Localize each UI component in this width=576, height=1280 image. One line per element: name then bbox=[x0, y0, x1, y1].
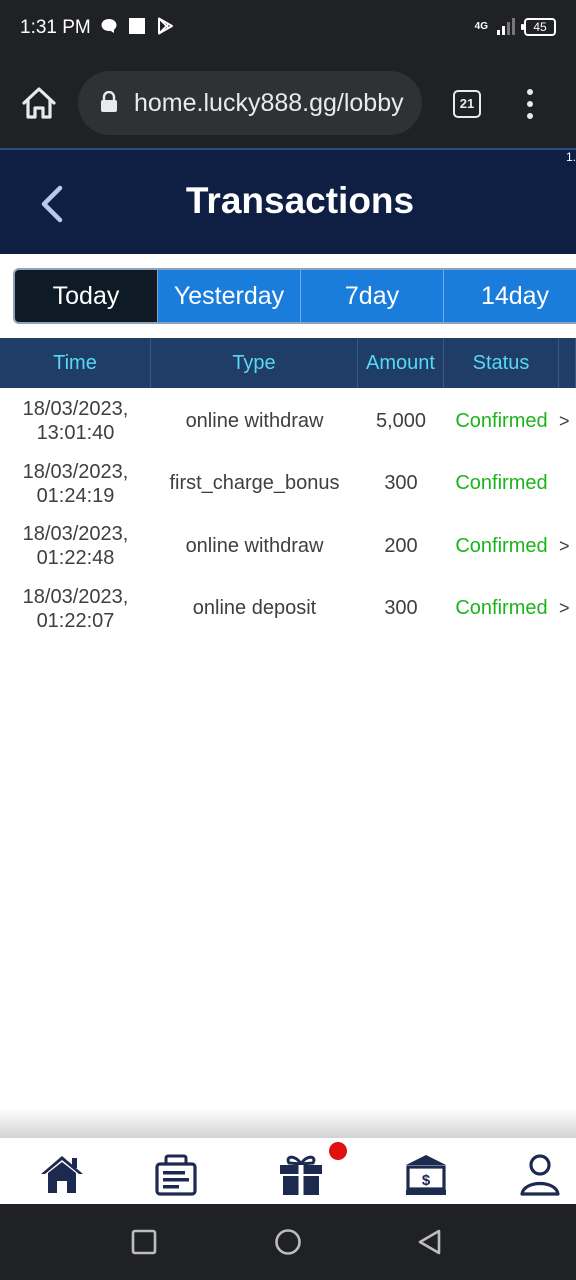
tab-switcher-button[interactable]: 21 bbox=[453, 90, 481, 118]
network-type: 4G bbox=[474, 21, 488, 32]
signal-icon bbox=[497, 18, 515, 35]
column-header-type: Type bbox=[151, 338, 358, 388]
table-row[interactable]: 18/03/2023, 01:22:07 online deposit 300 … bbox=[0, 578, 576, 641]
tab-today[interactable]: Today bbox=[15, 270, 158, 322]
recent-apps-icon[interactable] bbox=[130, 1228, 158, 1256]
row-amount: 300 bbox=[384, 472, 418, 495]
row-date: 18/03/2023, bbox=[22, 398, 129, 421]
row-amount: 300 bbox=[384, 597, 418, 620]
row-amount: 200 bbox=[384, 534, 418, 557]
tab-14day[interactable]: 14day bbox=[444, 270, 576, 322]
news-board-icon[interactable] bbox=[152, 1152, 200, 1196]
system-nav-bar bbox=[0, 1204, 576, 1280]
row-time: 01:24:19 bbox=[36, 484, 115, 507]
row-datetime: 18/03/2023, 01:22:48 bbox=[0, 522, 151, 570]
table-row[interactable]: 18/03/2023, 01:22:48 online withdraw 200… bbox=[0, 515, 576, 578]
bank-icon[interactable]: $ bbox=[402, 1152, 450, 1196]
square-app-icon bbox=[129, 18, 145, 34]
column-header-amount: Amount bbox=[358, 338, 444, 388]
lock-icon bbox=[101, 91, 117, 112]
row-status: Confirmed bbox=[455, 534, 548, 557]
battery-indicator: 45 bbox=[521, 18, 556, 36]
row-detail-arrow[interactable]: > bbox=[559, 536, 576, 557]
browser-home-icon[interactable] bbox=[20, 84, 58, 122]
row-time: 13:01:40 bbox=[36, 422, 115, 445]
row-date: 18/03/2023, bbox=[22, 585, 129, 608]
row-type: online deposit bbox=[192, 597, 317, 620]
status-bar: 1:31 PM 4G 45 bbox=[0, 0, 576, 62]
back-triangle-icon[interactable] bbox=[416, 1228, 444, 1256]
row-detail-arrow[interactable]: > bbox=[559, 598, 576, 619]
row-datetime: 18/03/2023, 01:22:07 bbox=[0, 585, 151, 633]
svg-text:$: $ bbox=[422, 1172, 431, 1189]
row-date: 18/03/2023, bbox=[22, 460, 129, 483]
row-time: 01:22:48 bbox=[36, 547, 115, 570]
browser-toolbar: home.lucky888.gg/lobby 21 bbox=[0, 62, 576, 148]
browser-menu-icon[interactable] bbox=[520, 86, 540, 122]
column-header-status: Status bbox=[444, 338, 559, 388]
row-detail-arrow[interactable]: > bbox=[559, 411, 576, 432]
corner-text: 1. bbox=[565, 150, 576, 164]
url-text: home.lucky888.gg/lobby bbox=[134, 89, 404, 117]
row-time: 01:22:07 bbox=[36, 609, 115, 632]
user-icon[interactable] bbox=[516, 1152, 564, 1196]
table-row[interactable]: 18/03/2023, 13:01:40 online withdraw 5,0… bbox=[0, 390, 576, 453]
row-type: first_charge_bonus bbox=[169, 472, 340, 495]
column-header-arrow bbox=[559, 338, 576, 388]
row-datetime: 18/03/2023, 13:01:40 bbox=[0, 397, 151, 445]
row-status: Confirmed bbox=[455, 409, 548, 432]
column-header-time: Time bbox=[0, 338, 151, 388]
home-icon[interactable] bbox=[38, 1152, 86, 1196]
row-status: Confirmed bbox=[455, 597, 548, 620]
row-amount: 5,000 bbox=[375, 409, 427, 432]
notification-icons bbox=[100, 17, 174, 35]
gift-icon[interactable] bbox=[277, 1152, 325, 1196]
period-tabs: Today Yesterday 7day 14day bbox=[13, 268, 576, 324]
tab-7day[interactable]: 7day bbox=[301, 270, 444, 322]
app-header: Transactions 1. bbox=[0, 148, 576, 254]
chat-bubble-icon bbox=[101, 19, 117, 33]
status-right: 4G 45 bbox=[475, 18, 556, 36]
play-store-icon bbox=[158, 17, 173, 35]
page-title: Transactions bbox=[185, 180, 415, 221]
home-circle-icon[interactable] bbox=[274, 1228, 302, 1256]
table-header: Time Type Amount Status bbox=[0, 338, 576, 388]
bottom-nav: $ bbox=[0, 1138, 576, 1204]
row-status: Confirmed bbox=[455, 472, 548, 495]
gift-notification-badge bbox=[329, 1142, 347, 1160]
row-date: 18/03/2023, bbox=[22, 523, 129, 546]
url-bar[interactable]: home.lucky888.gg/lobby bbox=[78, 71, 422, 135]
bottom-nav-shadow bbox=[0, 1108, 576, 1140]
row-type: online withdraw bbox=[185, 534, 324, 557]
status-time: 1:31 PM bbox=[20, 17, 91, 38]
transactions-list: 18/03/2023, 13:01:40 online withdraw 5,0… bbox=[0, 390, 576, 640]
tab-yesterday[interactable]: Yesterday bbox=[158, 270, 301, 322]
row-datetime: 18/03/2023, 01:24:19 bbox=[0, 460, 151, 508]
row-type: online withdraw bbox=[185, 409, 324, 432]
table-row[interactable]: 18/03/2023, 01:24:19 first_charge_bonus … bbox=[0, 453, 576, 516]
